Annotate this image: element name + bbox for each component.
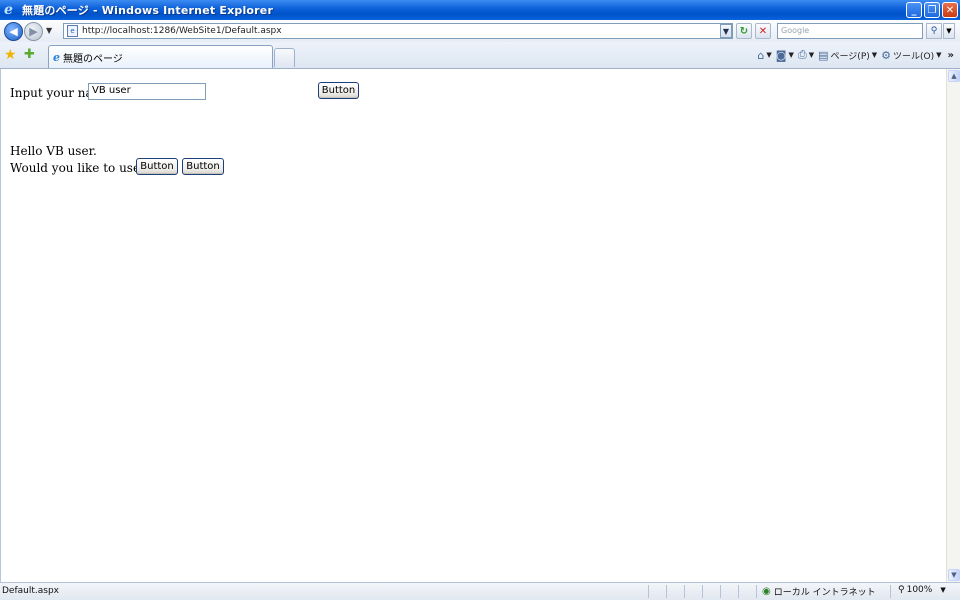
zoom-level: 100%	[906, 585, 933, 595]
address-url: http://localhost:1286/WebSite1/Default.a…	[82, 26, 282, 36]
gear-icon: ⚙	[881, 48, 892, 62]
recent-pages-dropdown[interactable]: ▼	[46, 26, 52, 35]
tab-toolbar: ★ ✚ e 無題のページ ⌂ ▼ ◙ ▼ ⎙ ▼ ▤ ページ(P) ▼ ⚙ ツール(O) ▼ …	[0, 42, 960, 69]
ie-logo-icon: e	[4, 2, 13, 18]
greeting-text: Hello VB user.	[10, 144, 97, 158]
close-button[interactable]: ✕	[942, 2, 958, 18]
search-icon: ⚲	[930, 26, 938, 36]
address-toolbar: ◀ ▶ ▼ e http://localhost:1286/WebSite1/D…	[0, 20, 960, 42]
minimize-button[interactable]: _	[906, 2, 922, 18]
address-input[interactable]: e http://localhost:1286/WebSite1/Default…	[63, 23, 733, 39]
zoom-control[interactable]: ⚲ 100% ▼	[898, 585, 946, 595]
status-text: Default.aspx	[2, 586, 59, 596]
page-icon: e	[67, 25, 78, 37]
home-icon: ⌂	[757, 48, 765, 62]
security-zone[interactable]: ◉ ローカル イントラネット	[762, 585, 876, 598]
back-arrow-icon: ◀	[9, 25, 18, 38]
window-title-bar: e 無題のページ - Windows Internet Explorer _ ❐…	[0, 0, 960, 20]
favorites-center-icon[interactable]: ★	[4, 47, 17, 63]
zoom-icon: ⚲	[898, 585, 905, 595]
window-controls: _ ❐ ✕	[906, 2, 958, 18]
zoom-dropdown-icon: ▼	[940, 586, 946, 594]
search-options-dropdown[interactable]: ▼	[943, 23, 955, 39]
intranet-zone-icon: ◉	[762, 586, 771, 597]
command-bar: ⌂ ▼ ◙ ▼ ⎙ ▼ ▤ ページ(P) ▼ ⚙ ツール(O) ▼ »	[757, 48, 954, 62]
forward-arrow-icon: ▶	[29, 25, 38, 38]
search-input[interactable]: Google	[777, 23, 923, 39]
vertical-scrollbar[interactable]: ▲ ▼	[946, 69, 960, 582]
tab-label: 無題のページ	[63, 53, 123, 65]
printer-icon: ⎙	[797, 48, 807, 61]
new-tab-button[interactable]	[274, 48, 295, 67]
tab-current-page[interactable]: e 無題のページ	[48, 45, 273, 68]
feed-icon: ◙	[775, 48, 787, 62]
zone-label: ローカル イントラネット	[773, 588, 876, 598]
refresh-icon: ↻	[739, 25, 749, 37]
search-button[interactable]: ⚲	[926, 23, 942, 39]
scroll-down-button[interactable]: ▼	[948, 569, 960, 581]
address-dropdown-button[interactable]: ▼	[720, 24, 732, 38]
db-button-2[interactable]: Button	[182, 158, 224, 175]
more-commands-chevron-icon[interactable]: »	[948, 50, 954, 61]
name-input[interactable]: VB user	[88, 83, 206, 100]
tools-menu[interactable]: ⚙ ツール(O) ▼	[881, 49, 941, 62]
feeds-button[interactable]: ◙ ▼	[776, 49, 794, 62]
add-favorite-icon[interactable]: ✚	[24, 47, 35, 62]
maximize-button[interactable]: ❐	[924, 2, 940, 18]
print-button[interactable]: ⎙ ▼	[798, 48, 814, 62]
stop-button[interactable]: ✕	[755, 23, 771, 39]
page-menu[interactable]: ▤ ページ(P) ▼	[818, 49, 877, 62]
page-menu-icon: ▤	[818, 48, 829, 62]
refresh-button[interactable]: ↻	[736, 23, 752, 39]
scroll-up-button[interactable]: ▲	[948, 70, 960, 82]
submit-button[interactable]: Button	[318, 82, 359, 99]
page-content: Input your name VB user Button Hello VB …	[0, 69, 946, 582]
db-button-1[interactable]: Button	[136, 158, 178, 175]
home-button[interactable]: ⌂ ▼	[757, 49, 771, 62]
window-title: 無題のページ - Windows Internet Explorer	[22, 4, 274, 17]
back-button[interactable]: ◀	[4, 22, 23, 41]
stop-icon: ✕	[758, 25, 768, 37]
page-icon: e	[53, 50, 60, 64]
status-bar: Default.aspx ◉ ローカル イントラネット ⚲ 100% ▼	[0, 582, 960, 600]
forward-button[interactable]: ▶	[24, 22, 43, 41]
